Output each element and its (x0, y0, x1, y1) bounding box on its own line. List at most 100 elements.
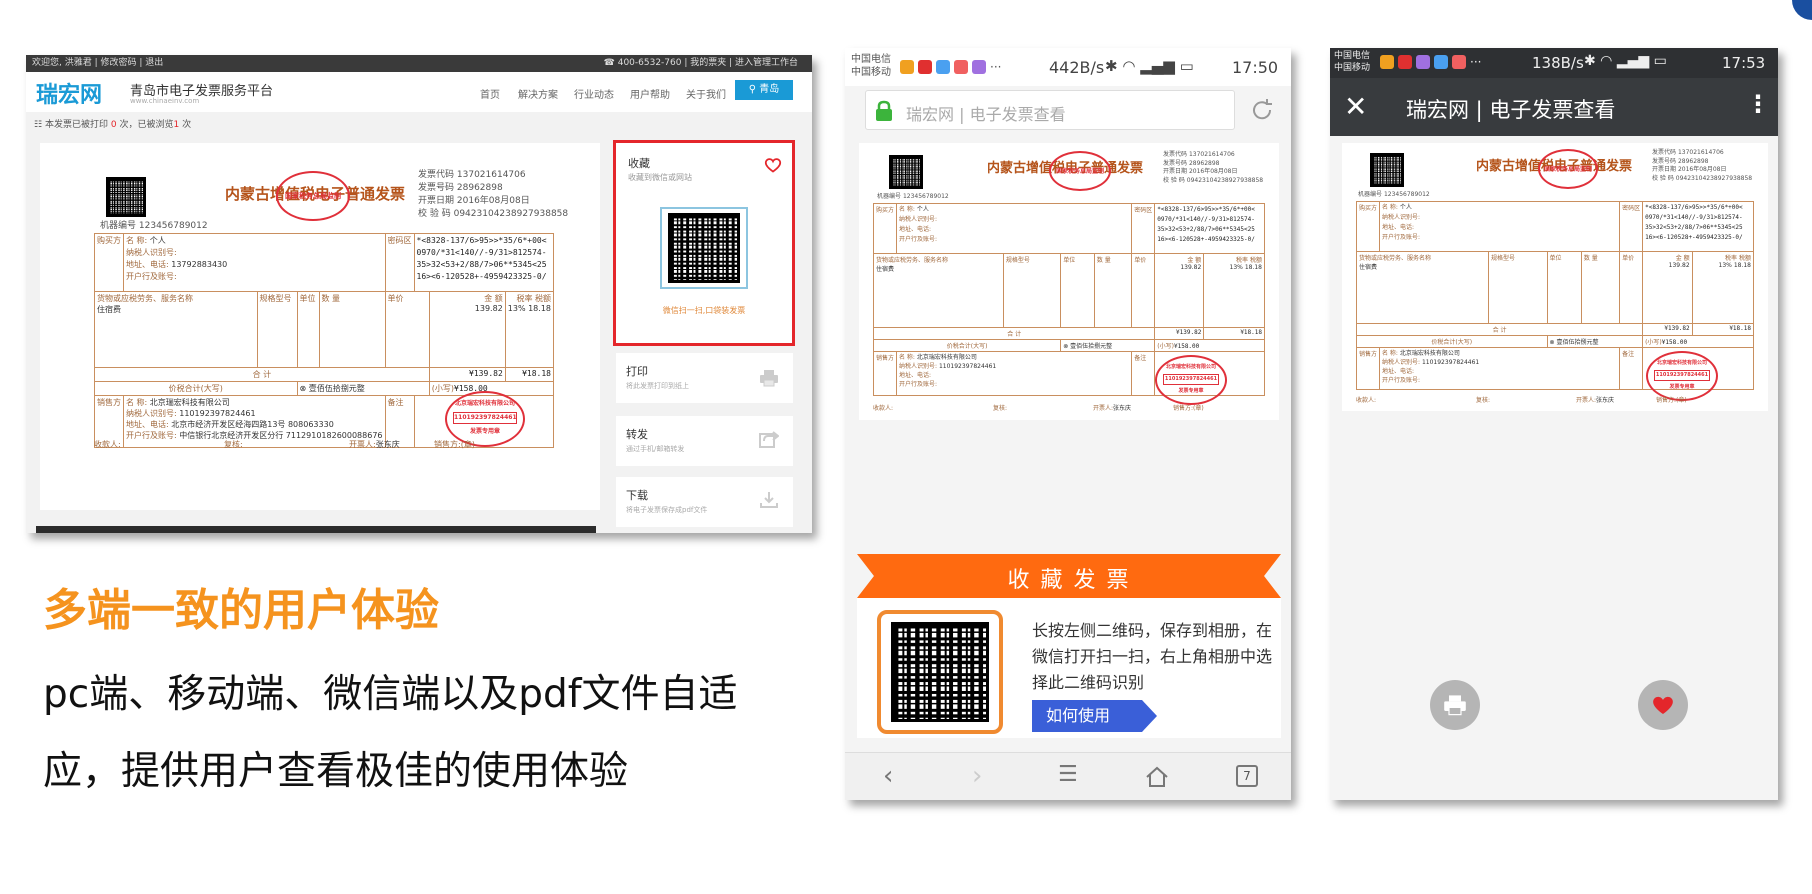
how-to-use-button[interactable]: 如何使用 (1032, 700, 1157, 732)
cipher-side-label: 密码区 (384, 233, 415, 292)
seller-name-label: 名 称: (1382, 350, 1398, 357)
home-icon[interactable] (1145, 766, 1169, 788)
seller-stamp-text: 北京瑞宏科技有限公司 (1656, 360, 1707, 366)
print-subtitle: 将此发票打印到纸上 (626, 382, 689, 390)
col-amount: 金 额 (484, 294, 503, 303)
sum-small: ¥158.00 (1173, 343, 1200, 350)
wechat-speed: 138B/s (1532, 54, 1584, 72)
pc-nav-home[interactable]: 首页 (480, 86, 500, 101)
pc-nav-news[interactable]: 行业动态 (574, 86, 614, 101)
tax-bureau-stamp: 国家税务总局监制 (1049, 151, 1111, 191)
menu-icon[interactable]: ☰ (1058, 762, 1078, 787)
collect-qr-frame[interactable] (877, 610, 1003, 734)
item-name: 住宿费 (1359, 264, 1378, 271)
item-name: 住宿费 (876, 266, 895, 273)
pc-top-right-links[interactable]: ☎ 400-6532-760 | 我的票夹 | 进入管理工作台 (604, 55, 798, 72)
cipher-line: 0970/*31<140//-9/31>812574- (1645, 214, 1743, 221)
buyer-name-label: 名 称: (899, 206, 915, 213)
app-notification-icon (1452, 55, 1466, 69)
seller-block: 名 称: 北京瑞宏科技有限公司 纳税人识别号: 110192397824461 地址… (896, 351, 1133, 396)
buyer-block: 名 称: 个人 纳税人识别号: 地址、电话: 13792883430 开户行及账… (123, 233, 386, 292)
tax-col: 税率 税额 13% 18.18 (1691, 251, 1755, 324)
pc-download-card[interactable]: 下载 将电子发票保存成pdf文件 (616, 477, 793, 527)
seller-sign-label: 销售方:(章) (434, 440, 475, 449)
invoice-check: 09423104238927938858 (1675, 175, 1753, 183)
buyer-name: 个人 (149, 236, 166, 245)
download-title: 下载 (626, 489, 648, 502)
back-icon[interactable]: ‹ (883, 761, 893, 791)
pc-screenshot: 欢迎您, 洪雅君 | 修改密码 | 退出 ☎ 400-6532-760 | 我的… (26, 55, 812, 533)
pc-logo[interactable]: 瑞宏网 (36, 77, 102, 109)
pc-welcome-links[interactable]: 欢迎您, 洪雅君 | 修改密码 | 退出 (32, 55, 163, 72)
wechat-invoice: 内蒙古增值税电子普通发票 国家税务总局监制 发票代码 137021614706 … (1342, 143, 1768, 411)
mobile-url-bar[interactable]: 瑞宏网 | 电子发票查看 (865, 90, 1235, 130)
pc-nav-about[interactable]: 关于我们 (686, 86, 726, 101)
tax-col: 税率 税额 13% 18.18 (1203, 253, 1265, 328)
cipher-line: *<8328-137/6>95>>*35/6*+00< (1157, 206, 1255, 213)
print-title: 打印 (626, 365, 648, 378)
pc-forward-card[interactable]: 转发 通过手机/邮箱转发 (616, 416, 793, 466)
pc-collect-card[interactable]: 收藏 收藏到微信或网站 微信扫一扫,口袋装发票 (613, 140, 795, 346)
item-tax: 18.18 (1733, 262, 1751, 269)
wechat-status-bar: 中国电信 中国移动 ··· 138B/s ✱ ◠ ▂▄▆ ▭ 17:53 (1330, 48, 1778, 78)
col-qty: 数 量 (1580, 251, 1621, 324)
amount-col: 金 额 139.82 (1154, 253, 1205, 328)
more-vertical-icon[interactable]: ⋮ (1746, 90, 1770, 118)
url-text: 瑞宏网 | 电子发票查看 (906, 105, 1066, 124)
col-tax: 税额 (1738, 255, 1751, 262)
col-rate: 税率 (516, 294, 533, 303)
heart-icon[interactable] (764, 157, 782, 173)
pc-top-bar: 欢迎您, 洪雅君 | 修改密码 | 退出 ☎ 400-6532-760 | 我的… (26, 55, 812, 72)
seller-stamp-no: 110192397824461 (1163, 374, 1219, 385)
collect-qr-caption: 微信扫一扫,口袋装发票 (662, 306, 746, 315)
seller-tax-label: 纳税人识别号: (1382, 359, 1421, 366)
issuer-label: 开票人: (349, 440, 376, 449)
wechat-print-button[interactable] (1430, 680, 1480, 730)
item-rate: 13% (1229, 264, 1243, 271)
close-icon[interactable]: ✕ (1344, 90, 1367, 123)
col-item: 货物或应税劳务、服务名称 (1359, 255, 1432, 262)
seller-stamp-bottom: 发票专用章 (1669, 384, 1695, 390)
cipher-block: *<8328-137/6>95>>*35/6*+00< 0970/*31<140… (413, 233, 554, 292)
collect-panel: 长按左侧二维码，保存到相册，在微信打开扫一扫，右上角相册中选择此二维码识别 如何… (857, 598, 1281, 738)
forward-title: 转发 (626, 428, 648, 441)
wechat-page-title: 瑞宏网 | 电子发票查看 (1406, 98, 1616, 122)
collect-banner-text: 收 藏 发 票 (1007, 568, 1131, 593)
notice-mid: 次，已被浏览 (119, 120, 174, 130)
invoice-code: 137021614706 (1188, 151, 1235, 158)
sum-small-cell: (小写)¥158.00 (1642, 335, 1754, 348)
tabs-button[interactable]: 7 (1236, 765, 1258, 787)
pc-nav-solutions[interactable]: 解决方案 (518, 86, 558, 101)
printer-icon (759, 369, 779, 387)
pc-nav-help[interactable]: 用户帮助 (630, 86, 670, 101)
app-notification-icon (918, 60, 932, 74)
pc-city-button[interactable]: ⚲ 青岛 (735, 80, 793, 100)
notification-icons: ··· (1380, 55, 1481, 69)
forward-icon[interactable]: › (972, 761, 982, 791)
status-icons: ✱ ◠ ▂▄▆ ▭ (1105, 57, 1194, 75)
wechat-title-bar: ✕ 瑞宏网 | 电子发票查看 ⋮ (1330, 78, 1778, 136)
seller-stamp-no: 110192397824461 (453, 412, 517, 424)
carrier-2: 中国移动 (851, 67, 891, 78)
buyer-tax-label: 纳税人识别号: (899, 216, 938, 223)
wechat-favorite-button[interactable] (1638, 680, 1688, 730)
tax-stamp-text: 国家税务总局监制 (1055, 168, 1104, 175)
seller-name: 北京瑞宏科技有限公司 (916, 354, 977, 361)
pc-print-card[interactable]: 打印 将此发票打印到纸上 (616, 353, 793, 403)
number-label: 发票号码 (418, 183, 455, 194)
total-tax: ¥18.18 (1203, 327, 1265, 340)
buyer-tax-label: 纳税人识别号: (126, 248, 177, 257)
refresh-icon[interactable] (1250, 98, 1274, 122)
sum-label: 价税合计(大写) (872, 339, 1062, 352)
forward-subtitle: 通过手机/邮箱转发 (626, 445, 685, 453)
seller-block: 名 称: 北京瑞宏科技有限公司 纳税人识别号: 110192397824461 … (123, 395, 386, 448)
mobile-carriers: 中国电信 中国移动 (851, 53, 891, 79)
col-spec: 规格型号 (256, 291, 298, 368)
cipher-line: 35>32<53+2/88/7>06**5345<25 (1157, 226, 1255, 233)
invoice-check: 09423104238927938858 (453, 209, 569, 220)
tax-bureau-stamp: 国家税务总局监制 (1538, 149, 1598, 189)
remark-side-label: 备注 (1131, 351, 1156, 396)
app-notification-icon (1380, 55, 1394, 69)
sum-words: ⊗ 壹佰伍拾捌元整 (1060, 339, 1156, 352)
seller-stamp-bottom: 发票专用章 (469, 428, 500, 435)
